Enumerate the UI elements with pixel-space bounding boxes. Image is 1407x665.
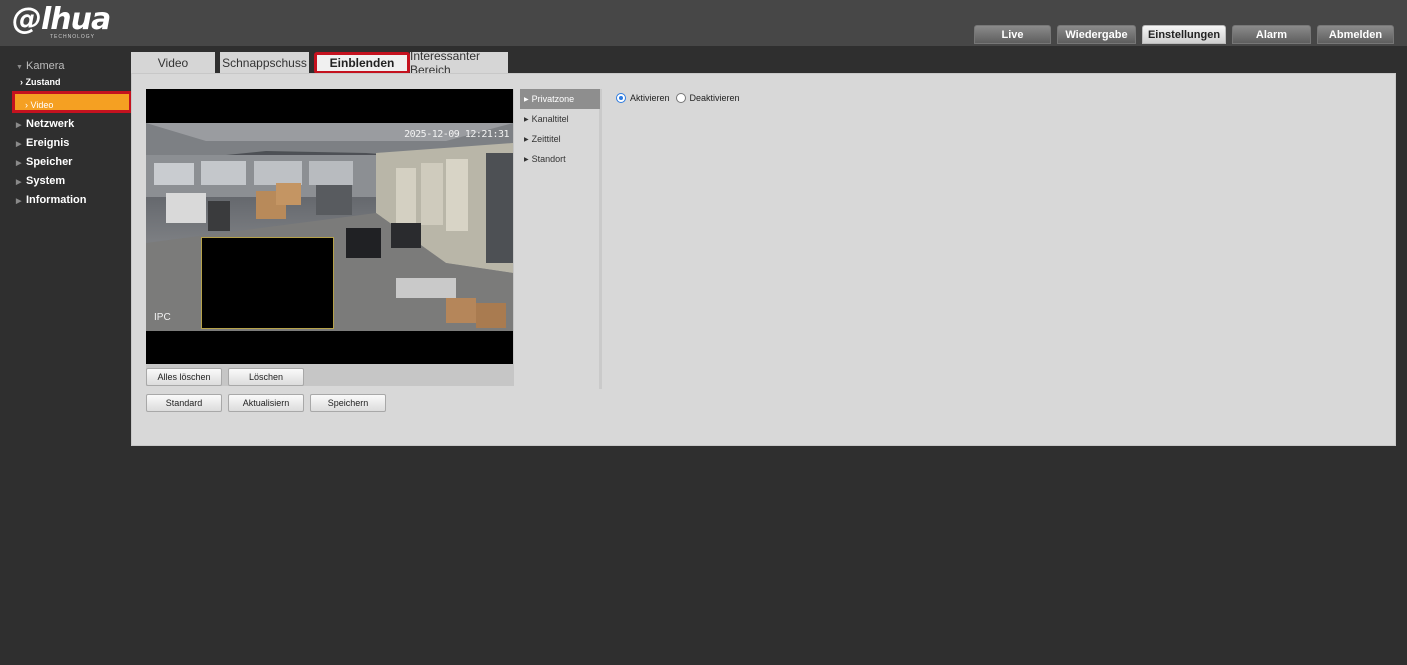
- nav-live-button[interactable]: Live: [974, 25, 1051, 44]
- tab-video[interactable]: Video: [131, 52, 215, 74]
- form-button-group: Standard Aktualisiern Speichern: [146, 394, 392, 412]
- nav-playback-button[interactable]: Wiedergabe: [1057, 25, 1136, 44]
- tab-overlay[interactable]: Einblenden: [314, 52, 410, 74]
- tab-region-of-interest[interactable]: Interessanter Bereich: [410, 49, 508, 77]
- enable-option[interactable]: Aktivieren: [616, 93, 670, 103]
- video-preview-area: 2025-12-09 12:21:31 IPC Alles löschen Lö…: [146, 89, 514, 386]
- logo-subtitle: TECHNOLOGY: [50, 34, 96, 40]
- camera-image: 2025-12-09 12:21:31 IPC: [146, 123, 513, 331]
- caret-down-icon: ▼: [16, 64, 23, 71]
- triangle-right-icon: ▶: [524, 137, 529, 143]
- privacy-mask-region[interactable]: [201, 237, 334, 329]
- nav-logout-button[interactable]: Abmelden: [1317, 25, 1394, 44]
- sidebar-section-system[interactable]: ▶ System: [10, 172, 135, 191]
- sidebar-item-video[interactable]: › Video: [12, 91, 132, 113]
- nav-settings-button[interactable]: Einstellungen: [1142, 25, 1226, 44]
- sidebar: ▼ Kamera › Zustand › Video ▶ Netzwerk ▶ Ere…: [10, 57, 135, 210]
- sidebar-section-information[interactable]: ▶ Information: [10, 191, 135, 210]
- triangle-right-icon: ▶: [524, 157, 529, 163]
- caret-right-icon: ▶: [16, 141, 22, 148]
- tab-snapshot[interactable]: Schnappschuss: [220, 52, 309, 74]
- sidebar-item-status[interactable]: › Zustand: [10, 76, 135, 89]
- submenu-item-channel-title[interactable]: ▶ Kanaltitel: [520, 109, 599, 129]
- refresh-button[interactable]: Aktualisiern: [228, 394, 304, 412]
- enable-radio[interactable]: [616, 93, 626, 103]
- delete-button[interactable]: Löschen: [228, 368, 304, 386]
- save-button[interactable]: Speichern: [310, 394, 386, 412]
- header-bar: @lhua TECHNOLOGY Live Wiedergabe Einstel…: [0, 0, 1407, 46]
- sidebar-section-storage[interactable]: ▶ Speicher: [10, 153, 135, 172]
- mask-button-group: Alles löschen Löschen: [146, 368, 310, 386]
- video-preview[interactable]: 2025-12-09 12:21:31 IPC: [146, 89, 513, 364]
- privacy-options: Aktivieren Deaktivieren: [616, 93, 746, 103]
- caret-right-icon: ▶: [16, 198, 22, 205]
- default-button[interactable]: Standard: [146, 394, 222, 412]
- sidebar-section-camera[interactable]: ▼ Kamera: [10, 57, 135, 76]
- submenu-item-location[interactable]: ▶ Standort: [520, 149, 599, 169]
- dahua-logo: @lhua: [12, 2, 111, 37]
- caret-right-icon: ▶: [16, 122, 22, 129]
- sidebar-section-event[interactable]: ▶ Ereignis: [10, 134, 135, 153]
- overlay-submenu: ▶ Privatzone ▶ Kanaltitel ▶ Zeittitel ▶ Stan…: [520, 89, 602, 389]
- overlay-timestamp: 2025-12-09 12:21:31: [404, 129, 509, 140]
- clear-all-button[interactable]: Alles löschen: [146, 368, 222, 386]
- triangle-right-icon: ▶: [524, 117, 529, 123]
- nav-alarm-button[interactable]: Alarm: [1232, 25, 1311, 44]
- submenu-item-time-title[interactable]: ▶ Zeittitel: [520, 129, 599, 149]
- overlay-channel-name: IPC: [154, 312, 171, 323]
- disable-option[interactable]: Deaktivieren: [675, 93, 740, 103]
- content-panel: 2025-12-09 12:21:31 IPC Alles löschen Lö…: [131, 73, 1396, 446]
- sidebar-section-network[interactable]: ▶ Netzwerk: [10, 115, 135, 134]
- disable-radio[interactable]: [675, 93, 686, 103]
- caret-right-icon: ▶: [16, 160, 22, 167]
- submenu-item-privacy-zone[interactable]: ▶ Privatzone: [520, 89, 600, 109]
- caret-right-icon: ▶: [16, 179, 22, 186]
- settings-tabs: Video Schnappschuss Einblenden Interessa…: [131, 49, 513, 77]
- triangle-right-icon: ▶: [524, 97, 529, 103]
- top-navigation: Live Wiedergabe Einstellungen Alarm Abme…: [968, 25, 1394, 44]
